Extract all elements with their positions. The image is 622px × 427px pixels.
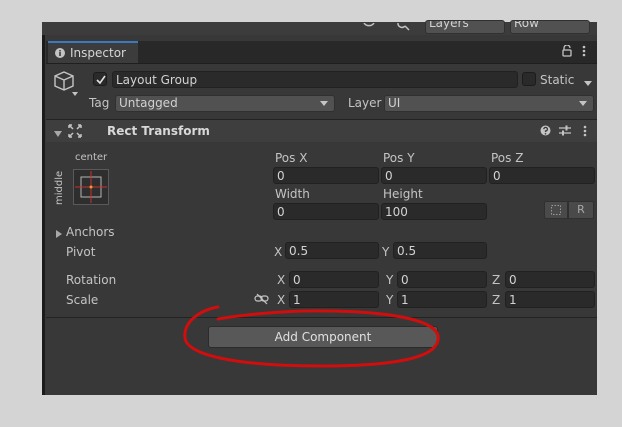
pos-y-value: 0: [385, 169, 393, 183]
pos-z-field[interactable]: 0: [489, 167, 595, 184]
anchor-horizontal-label: center: [75, 152, 108, 163]
pos-x-value: 0: [277, 169, 285, 183]
layer-label: Layer: [348, 96, 382, 110]
rotation-z-label: Z: [492, 273, 501, 287]
raw-edit-label: R: [577, 203, 585, 216]
gameobject-cube-icon[interactable]: [53, 69, 81, 99]
pos-x-field[interactable]: 0: [273, 167, 379, 184]
chevron-down-icon: [579, 101, 587, 106]
foldout-arrow-icon[interactable]: [54, 127, 62, 137]
static-dropdown-arrow[interactable]: [583, 76, 593, 86]
help-icon[interactable]: [540, 125, 551, 136]
chevron-down-icon: [320, 101, 328, 106]
width-value: 0: [277, 205, 285, 219]
scale-z-field[interactable]: 1: [505, 291, 595, 308]
raw-edit-button[interactable]: R: [568, 201, 594, 219]
pivot-y-label: Y: [382, 245, 390, 259]
width-label: Width: [275, 187, 310, 201]
scale-z-value: 1: [509, 293, 517, 307]
pos-z-label: Pos Z: [491, 151, 524, 165]
dotted-rect-icon: [551, 205, 561, 215]
height-field[interactable]: 100: [381, 203, 487, 220]
tag-value: Untagged: [119, 96, 178, 110]
anchors-foldout-icon[interactable]: [55, 227, 63, 238]
rotation-z-field[interactable]: 0: [505, 271, 595, 288]
width-field[interactable]: 0: [273, 203, 379, 220]
anchor-vertical-label: middle: [54, 170, 65, 205]
pos-x-label: Pos X: [275, 151, 308, 165]
presets-icon[interactable]: [559, 125, 571, 136]
active-checkbox[interactable]: [93, 72, 107, 86]
rotation-x-value: 0: [293, 273, 301, 287]
search-icon[interactable]: [396, 22, 412, 32]
anchor-preset-button[interactable]: [73, 169, 109, 205]
rotation-y-field[interactable]: 0: [397, 271, 487, 288]
pivot-label: Pivot: [66, 245, 96, 259]
layout-dropdown[interactable]: Row: [510, 20, 590, 34]
rotation-label: Rotation: [66, 273, 117, 287]
rotation-y-value: 0: [401, 273, 409, 287]
static-label: Static: [540, 73, 575, 87]
pivot-x-field[interactable]: 0.5: [285, 242, 379, 259]
anchors-label[interactable]: Anchors: [66, 226, 115, 238]
lock-icon[interactable]: [562, 44, 572, 57]
window-edge: [42, 35, 45, 395]
pivot-y-field[interactable]: 0.5: [393, 242, 487, 259]
layers-dropdown-label: Layers: [429, 20, 469, 30]
pivot-y-value: 0.5: [397, 244, 417, 258]
object-name-field[interactable]: Layout Group: [112, 71, 518, 88]
layers-dropdown[interactable]: Layers: [425, 20, 505, 34]
scale-label: Scale: [66, 293, 99, 307]
pivot-x-value: 0.5: [289, 244, 309, 258]
component-menu-icon[interactable]: [583, 125, 587, 137]
blueprint-mode-button[interactable]: [544, 201, 568, 219]
rotation-x-field[interactable]: 0: [289, 271, 379, 288]
scale-z-label: Z: [492, 293, 501, 307]
rotation-z-value: 0: [509, 273, 517, 287]
component-title: Rect Transform: [107, 124, 210, 138]
history-icon[interactable]: [362, 22, 376, 32]
height-value: 100: [385, 205, 408, 219]
tab-inspector[interactable]: Inspector: [48, 41, 138, 63]
rotation-x-label: X: [277, 273, 286, 287]
object-name-value: Layout Group: [116, 73, 198, 87]
rect-transform-icon: [68, 124, 82, 138]
annotation-ellipse: [183, 305, 440, 368]
layer-value: UI: [388, 96, 401, 110]
tab-menu-icon[interactable]: [582, 45, 586, 57]
tag-label: Tag: [89, 96, 110, 110]
pivot-x-label: X: [274, 245, 283, 259]
tag-dropdown[interactable]: Untagged: [115, 95, 335, 112]
check-icon: [96, 75, 106, 85]
tab-label: Inspector: [70, 46, 126, 60]
pos-z-value: 0: [493, 169, 501, 183]
layout-dropdown-label: Row: [514, 20, 539, 30]
info-icon: [55, 47, 65, 58]
pos-y-field[interactable]: 0: [381, 167, 487, 184]
rotation-y-label: Y: [386, 273, 394, 287]
layer-dropdown[interactable]: UI: [384, 95, 594, 112]
pos-y-label: Pos Y: [383, 151, 415, 165]
static-checkbox[interactable]: [522, 72, 536, 86]
height-label: Height: [383, 187, 423, 201]
